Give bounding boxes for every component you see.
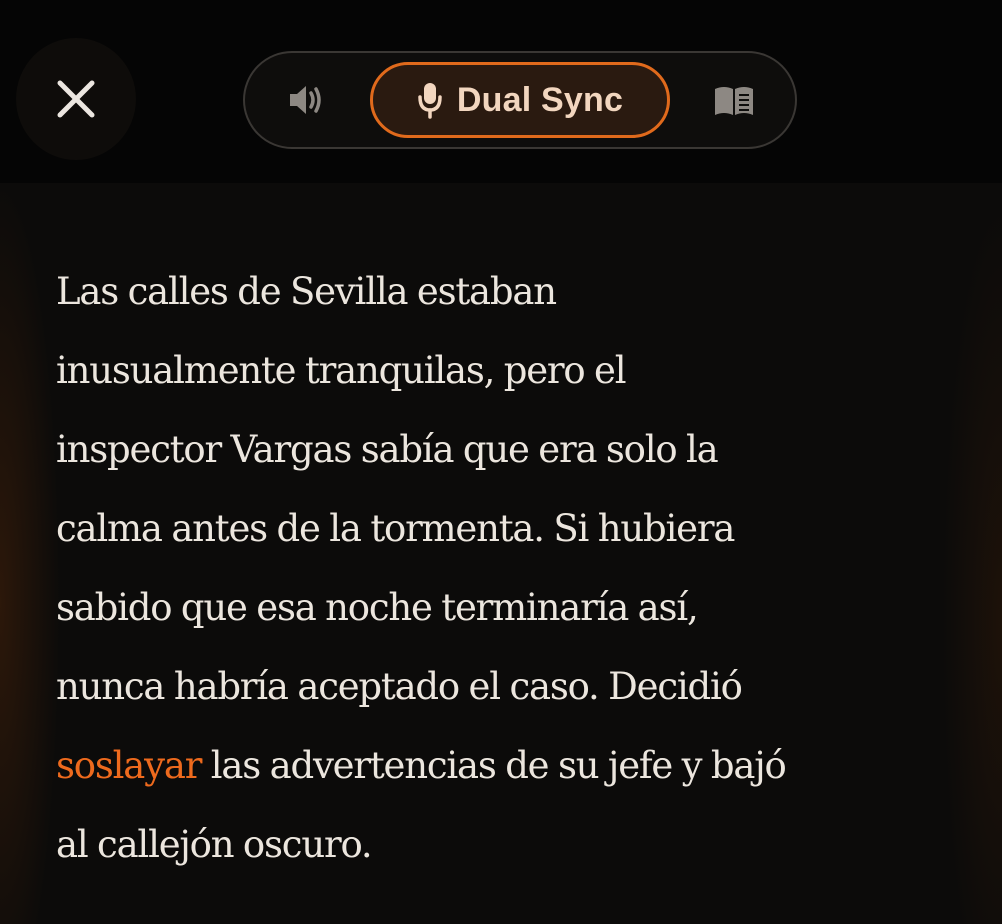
audio-mode-button[interactable] <box>284 80 328 120</box>
story-line: inusualmente tranquilas, pero el <box>56 349 627 392</box>
story-text: Las calles de Sevilla estaban inusualmen… <box>56 252 976 884</box>
close-button[interactable] <box>16 38 136 160</box>
story-line: Las calles de Sevilla estaban <box>56 270 557 313</box>
read-mode-button[interactable] <box>710 80 758 122</box>
story-line: calma antes de la tormenta. Si hubiera <box>56 507 735 550</box>
highlighted-word[interactable]: soslayar <box>56 744 202 787</box>
speaker-icon <box>290 86 321 114</box>
open-book-icon <box>715 87 753 115</box>
story-line: sabido que esa noche terminaría así, <box>56 586 699 629</box>
story-line: nunca habría aceptado el caso. Decidió <box>56 665 743 708</box>
microphone-icon <box>418 83 442 119</box>
dual-sync-label: Dual Sync <box>456 80 624 119</box>
story-line: al callejón oscuro. <box>56 823 373 866</box>
dual-sync-mode-button[interactable]: Dual Sync <box>370 62 670 138</box>
story-line-rest: las advertencias de su jefe y bajó <box>201 744 787 787</box>
story-line: soslayar las advertencias de su jefe y b… <box>56 726 976 805</box>
story-line: inspector Vargas sabía que era solo la <box>56 428 719 471</box>
close-icon <box>57 80 95 118</box>
